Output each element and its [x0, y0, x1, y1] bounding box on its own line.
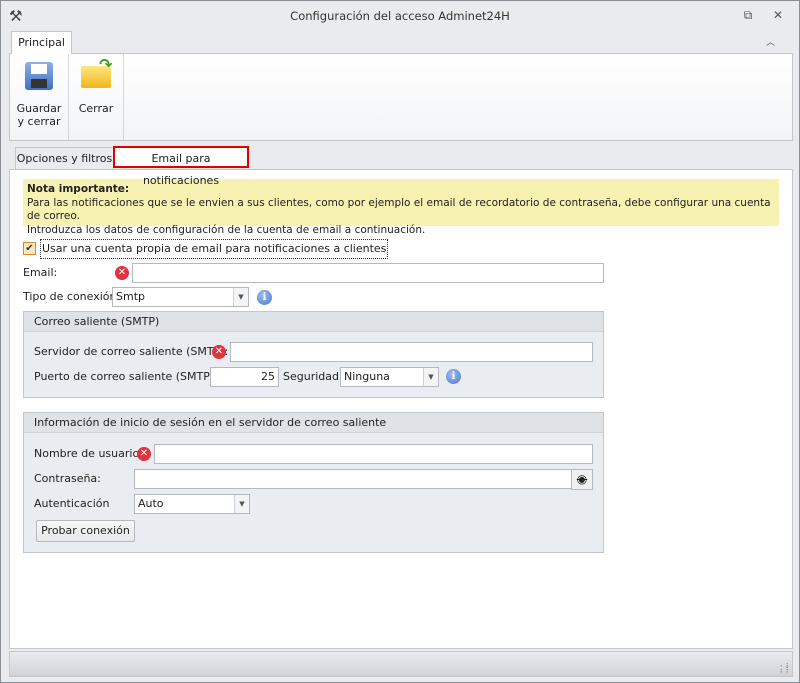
auth-label: Autenticación — [34, 497, 110, 510]
tab-email-notificaciones[interactable]: Email para notificaciones — [113, 146, 249, 187]
note-line1: Para las notificaciones que se le envien… — [27, 196, 771, 223]
password-input[interactable] — [134, 469, 572, 489]
username-input[interactable] — [154, 444, 593, 464]
eye-slash-icon[interactable]: ◉ — [571, 469, 593, 490]
close-button[interactable]: ↷ Cerrar — [69, 54, 124, 140]
chevron-down-icon[interactable]: ▼ — [234, 495, 249, 513]
save-close-button[interactable]: Guardar y cerrar — [10, 54, 69, 140]
close-label: Cerrar — [78, 102, 114, 115]
chevron-down-icon[interactable]: ▼ — [233, 288, 248, 306]
info-icon[interactable]: i — [257, 290, 272, 305]
folder-arrow-icon: ↷ — [81, 57, 112, 88]
security-label: Seguridad: — [283, 370, 343, 383]
use-own-account-checkbox[interactable]: ✔ — [23, 242, 36, 255]
status-bar: ⠠⠰ ⠰⠸ — [9, 651, 793, 677]
error-icon: ✕ — [115, 266, 129, 280]
info-icon[interactable]: i — [446, 369, 461, 384]
email-label: Email: — [23, 266, 58, 279]
connection-type-value: Smtp — [116, 290, 145, 303]
restore-icon[interactable]: ⧉ — [741, 8, 755, 22]
tab-opciones-filtros[interactable]: Opciones y filtros — [15, 147, 114, 169]
ribbon-panel: Guardar y cerrar ↷ Cerrar — [9, 53, 793, 141]
smtp-server-input[interactable] — [230, 342, 593, 362]
window: ⚒ Configuración del acceso Adminet24H ⧉ … — [0, 0, 800, 683]
security-select[interactable]: Ninguna ▼ — [340, 367, 439, 387]
note-title: Nota importante: — [27, 183, 130, 195]
save-label-1: Guardar — [16, 102, 62, 115]
email-input[interactable] — [132, 263, 604, 283]
connection-type-label: Tipo de conexión: — [23, 290, 121, 303]
auth-select[interactable]: Auto ▼ — [134, 494, 250, 514]
error-icon: ✕ — [137, 447, 151, 461]
security-value: Ninguna — [344, 370, 390, 383]
save-label-2: y cerrar — [17, 115, 61, 128]
floppy-disk-icon — [25, 62, 53, 90]
connection-type-select[interactable]: Smtp ▼ — [112, 287, 249, 307]
window-title: Configuración del acceso Adminet24H — [290, 9, 510, 23]
login-group: Información de inicio de sesión en el se… — [23, 412, 604, 553]
chevron-down-icon[interactable]: ▼ — [423, 368, 438, 386]
ribbon-tab-principal[interactable]: Principal — [11, 31, 72, 54]
close-icon[interactable]: ✕ — [771, 8, 785, 22]
use-own-account-label[interactable]: Usar una cuenta propia de email para not… — [40, 239, 389, 259]
smtp-port-input[interactable]: 25 — [210, 367, 279, 387]
username-label: Nombre de usuario: — [34, 447, 143, 460]
login-group-title: Información de inicio de sesión en el se… — [24, 413, 603, 433]
note-line2: Introduzca los datos de configuración de… — [27, 223, 426, 236]
test-connection-button[interactable]: Probar conexión — [36, 520, 135, 542]
smtp-group: Correo saliente (SMTP) Servidor de corre… — [23, 311, 604, 398]
smtp-port-label: Puerto de correo saliente (SMTP): — [34, 370, 218, 383]
password-label: Contraseña: — [34, 472, 101, 485]
auth-value: Auto — [138, 497, 164, 510]
resize-grip-icon[interactable]: ⠠⠰ ⠰⠸ — [777, 661, 789, 675]
important-note: Nota importante: Para las notificaciones… — [23, 179, 779, 236]
chevron-up-icon[interactable]: ︿ — [766, 35, 775, 48]
smtp-server-label: Servidor de correo saliente (SMTP): — [34, 345, 229, 358]
error-icon: ✕ — [212, 345, 226, 359]
smtp-group-title: Correo saliente (SMTP) — [24, 312, 603, 332]
